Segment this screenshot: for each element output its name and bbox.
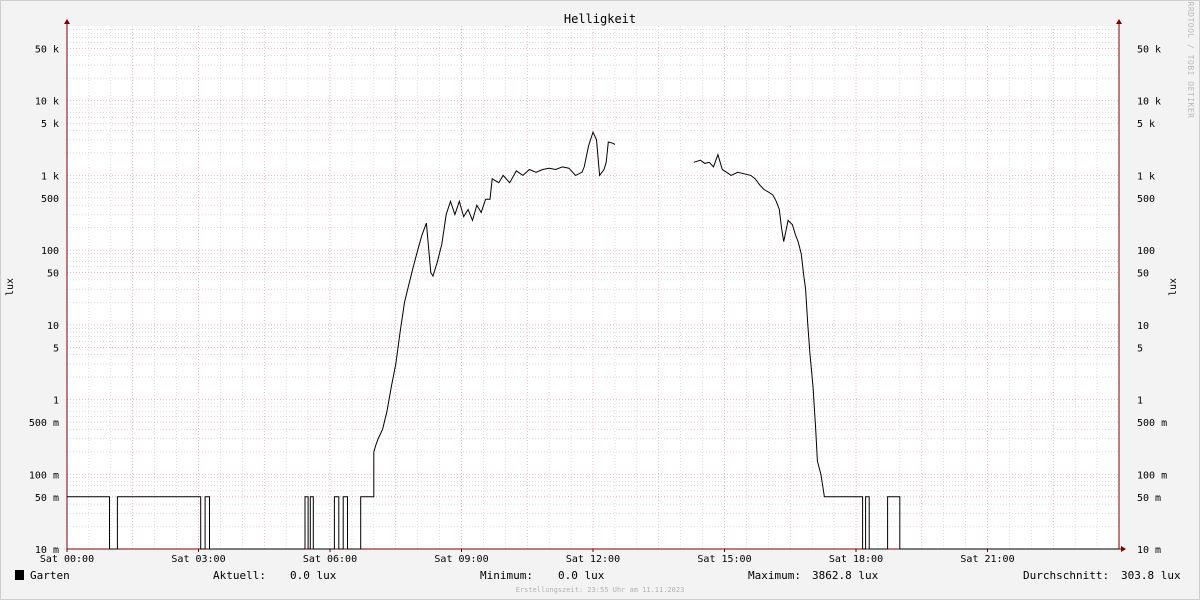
legend-max-value: 3862.8 lux (812, 569, 879, 582)
legend-series-name: Garten (30, 569, 70, 582)
y-tick-label-left: 50 m (35, 493, 59, 504)
brightness-chart: 10 m 10 m50 m 50 m100 m 100 m500 m 500 m1 15 5… (5, 2, 1195, 594)
y-tick-label-left: 5 k (41, 119, 59, 130)
y-tick-label-left: 10 (47, 321, 59, 332)
y-tick-label-left: 500 (41, 194, 59, 205)
y-tick-label-right: 1 (1137, 396, 1143, 407)
y-tick-label-right: 100 (1137, 246, 1155, 257)
y-tick-label-right: 50 m (1137, 493, 1161, 504)
y-axis-label-right: lux (1168, 278, 1179, 296)
y-tick-label-left: 100 (41, 246, 59, 257)
y-tick-label-right: 50 k (1137, 44, 1161, 55)
y-tick-label-left: 1 k (41, 171, 59, 182)
legend-avg-label: Durchschnitt: (1023, 569, 1109, 582)
y-tick-label-right: 100 m (1137, 470, 1167, 481)
creation-time-footer: Erstellungszeit: 23:55 Uhr am 11.11.2023 (516, 586, 685, 594)
chart-title: Helligkeit (564, 12, 636, 26)
x-tick-label: Sat 12:00 (566, 554, 620, 565)
y-tick-label-right: 500 m (1137, 418, 1167, 429)
y-tick-label-left: 1 (53, 396, 59, 407)
y-tick-label-right: 10 k (1137, 97, 1161, 108)
x-tick-label: Sat 21:00 (960, 554, 1014, 565)
y-tick-label-right: 500 (1137, 194, 1155, 205)
y-tick-label-right: 5 k (1137, 119, 1155, 130)
y-tick-label-right: 10 m (1137, 545, 1161, 556)
x-axis-arrow (1121, 546, 1126, 552)
y-tick-label-right: 5 (1137, 343, 1143, 354)
y-tick-label-right: 10 (1137, 321, 1149, 332)
y-tick-label-left: 100 m (29, 470, 59, 481)
y-tick-label-left: 5 (53, 343, 59, 354)
x-tick-label: Sat 00:00 (40, 554, 94, 565)
y-tick-label-left: 50 k (35, 44, 59, 55)
rrdtool-watermark: RRDTOOL / TOBI OETIKER (1186, 2, 1195, 119)
y-axis-label-left: lux (5, 278, 16, 296)
x-tick-label: Sat 18:00 (829, 554, 883, 565)
legend-current-value: 0.0 lux (290, 569, 337, 582)
x-tick-label: Sat 03:00 (171, 554, 225, 565)
y-tick-label-left: 10 k (35, 97, 59, 108)
legend-current-label: Aktuell: (213, 569, 266, 582)
legend-avg-value: 303.8 lux (1121, 569, 1181, 582)
y-axis-arrow-left (64, 19, 70, 24)
legend-min-value: 0.0 lux (558, 569, 605, 582)
y-tick-label-right: 50 (1137, 269, 1149, 280)
y-tick-label-left: 50 (47, 269, 59, 280)
x-tick-label: Sat 09:00 (434, 554, 488, 565)
x-tick-label: Sat 06:00 (303, 554, 357, 565)
y-tick-label-right: 1 k (1137, 171, 1155, 182)
y-axis-arrow-right (1116, 19, 1122, 24)
legend-swatch (15, 570, 24, 580)
legend-min-label: Minimum: (480, 569, 533, 582)
legend-max-label: Maximum: (748, 569, 801, 582)
y-tick-label-left: 500 m (29, 418, 59, 429)
x-tick-label: Sat 15:00 (697, 554, 751, 565)
